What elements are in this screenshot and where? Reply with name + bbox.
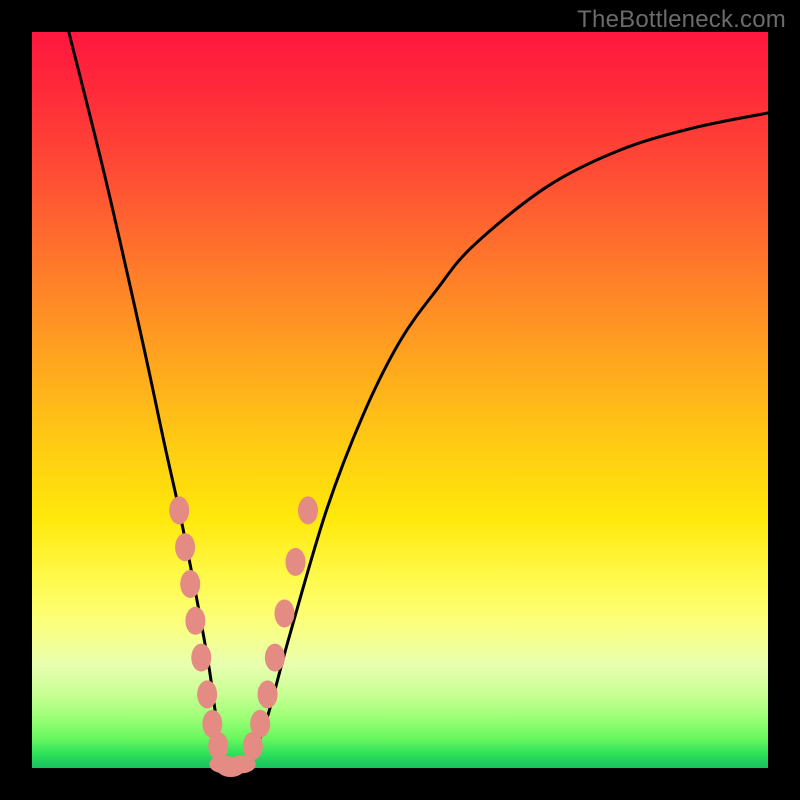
marker-dot [250,710,270,738]
marker-dot [197,680,217,708]
plot-area [32,32,768,768]
marker-dot [180,570,200,598]
bottleneck-curve [69,32,768,770]
curve-path [69,32,768,770]
marker-dot [191,644,211,672]
marker-dot [265,644,285,672]
watermark-text: TheBottleneck.com [577,6,786,34]
marker-dot [285,548,305,576]
marker-dot [274,599,294,627]
marker-dot [258,680,278,708]
marker-dot [175,533,195,561]
curve-svg [32,32,768,768]
highlighted-points [169,496,318,777]
marker-dot [169,496,189,524]
marker-dot [298,496,318,524]
marker-dot [185,607,205,635]
chart-frame: TheBottleneck.com [0,0,800,800]
